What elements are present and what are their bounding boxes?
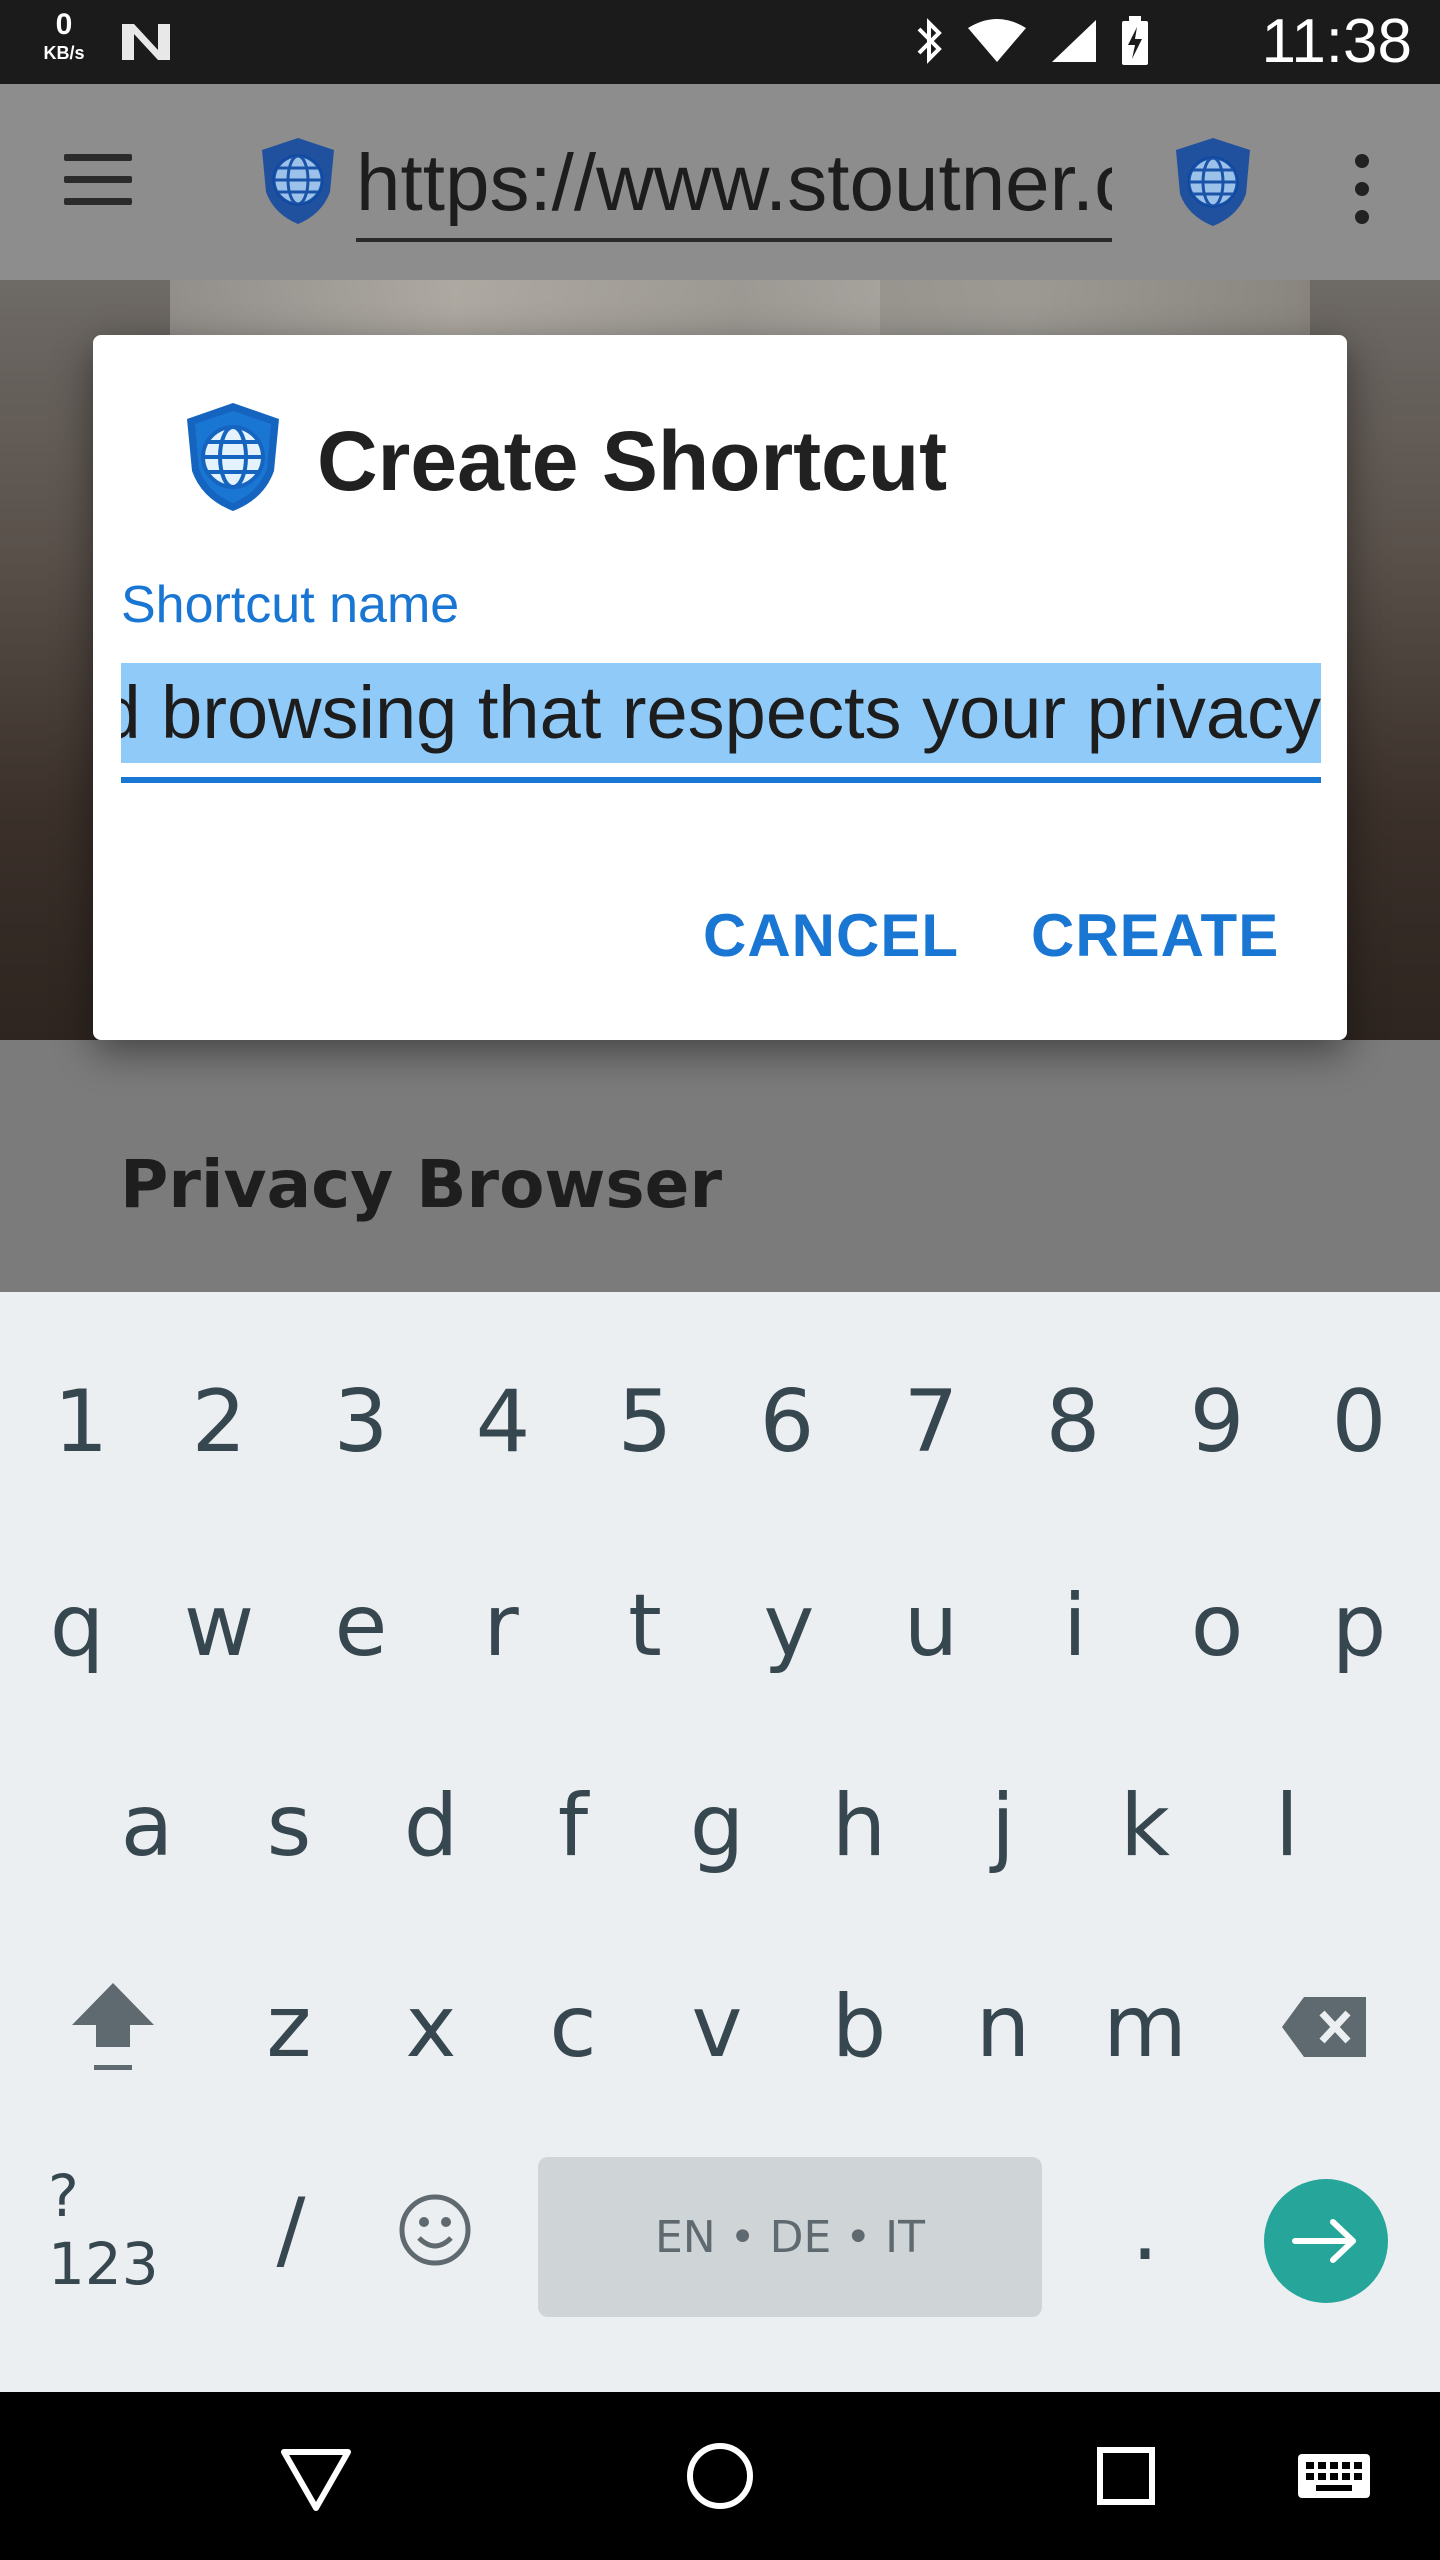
keyboard-number-row: 1 2 3 4 5 6 7 8 9 0: [0, 1332, 1440, 1512]
browser-toolbar: https://www.stoutner.com: [0, 84, 1440, 280]
network-speed-unit: KB/s: [43, 43, 85, 63]
symbols-key[interactable]: ?123: [48, 2140, 178, 2320]
create-button[interactable]: CREATE: [1031, 901, 1279, 971]
page-heading: Privacy Browser: [120, 1146, 722, 1223]
back-icon[interactable]: [276, 2436, 356, 2516]
status-bar: 0 KB/s 11:38: [0, 0, 1440, 84]
home-icon[interactable]: [680, 2436, 760, 2516]
key-b[interactable]: b: [794, 1937, 924, 2117]
key-c[interactable]: c: [508, 1937, 638, 2117]
wifi-icon: [966, 18, 1028, 69]
domain-settings-shield-icon[interactable]: [1174, 136, 1252, 228]
overflow-menu-icon[interactable]: [1352, 154, 1372, 224]
url-bar[interactable]: https://www.stoutner.com: [356, 140, 1112, 226]
key-j[interactable]: j: [938, 1736, 1068, 1916]
key-o[interactable]: o: [1152, 1536, 1282, 1716]
shortcut-name-underline: [121, 777, 1321, 783]
key-u[interactable]: u: [866, 1536, 996, 1716]
key-y[interactable]: y: [724, 1536, 854, 1716]
keyboard-row-2: a s d f g h j k l: [0, 1736, 1440, 1916]
key-s[interactable]: s: [224, 1736, 354, 1916]
favicon-shield-icon: [185, 401, 281, 513]
key-k[interactable]: k: [1080, 1736, 1210, 1916]
key-g[interactable]: g: [652, 1736, 782, 1916]
network-speed-value: 0: [55, 8, 73, 41]
backspace-icon[interactable]: [1260, 1937, 1390, 2117]
clock: 11:38: [1261, 7, 1412, 76]
status-icons: [914, 15, 1150, 70]
space-bar[interactable]: EN • DE • IT: [538, 2157, 1042, 2317]
period-key[interactable]: .: [1080, 2140, 1210, 2320]
key-e[interactable]: e: [296, 1536, 426, 1716]
bluetooth-icon: [914, 17, 944, 70]
key-d[interactable]: d: [366, 1736, 496, 1916]
key-3[interactable]: 3: [296, 1332, 426, 1512]
key-2[interactable]: 2: [154, 1332, 284, 1512]
key-m[interactable]: m: [1080, 1937, 1210, 2117]
key-6[interactable]: 6: [722, 1332, 852, 1512]
signal-icon: [1050, 18, 1098, 69]
key-x[interactable]: x: [366, 1937, 496, 2117]
keyboard-switch-icon[interactable]: [1294, 2436, 1374, 2516]
network-speed: 0 KB/s: [36, 8, 92, 63]
dialog-title: Create Shortcut: [317, 414, 948, 508]
system-navigation-bar: [0, 2392, 1440, 2560]
key-w[interactable]: w: [154, 1536, 284, 1716]
keyboard-row-3: z x c v b n m: [0, 1937, 1440, 2117]
key-r[interactable]: r: [436, 1536, 566, 1716]
key-t[interactable]: t: [580, 1536, 710, 1716]
key-n[interactable]: n: [938, 1937, 1068, 2117]
recents-icon[interactable]: [1086, 2436, 1166, 2516]
key-8[interactable]: 8: [1008, 1332, 1138, 1512]
key-v[interactable]: v: [652, 1937, 782, 2117]
key-f[interactable]: f: [508, 1736, 638, 1916]
key-z[interactable]: z: [224, 1937, 354, 2117]
key-7[interactable]: 7: [866, 1332, 996, 1512]
emoji-icon[interactable]: [370, 2140, 500, 2320]
key-5[interactable]: 5: [580, 1332, 710, 1512]
key-1[interactable]: 1: [16, 1332, 146, 1512]
keyboard-row-1: q w e r t y u i o p: [0, 1536, 1440, 1716]
soft-keyboard: 1 2 3 4 5 6 7 8 9 0 q w e r t y u i o p …: [0, 1292, 1440, 2392]
hamburger-menu-icon[interactable]: [64, 154, 132, 206]
shift-icon[interactable]: [48, 1937, 178, 2117]
enter-arrow-icon[interactable]: [1264, 2179, 1388, 2303]
slash-key[interactable]: /: [226, 2140, 356, 2320]
battery-charging-icon: [1120, 15, 1150, 72]
key-l[interactable]: l: [1222, 1736, 1352, 1916]
key-q[interactable]: q: [12, 1536, 142, 1716]
url-bar-underline: [356, 238, 1112, 242]
notification-n-icon: [118, 20, 174, 64]
privacy-shield-icon[interactable]: [260, 136, 336, 226]
shortcut-name-label: Shortcut name: [121, 576, 460, 634]
key-i[interactable]: i: [1010, 1536, 1140, 1716]
key-4[interactable]: 4: [438, 1332, 568, 1512]
key-p[interactable]: p: [1294, 1536, 1424, 1716]
key-a[interactable]: a: [82, 1736, 212, 1916]
shortcut-name-input[interactable]: Android browsing that respects your priv…: [121, 663, 1321, 763]
key-0[interactable]: 0: [1294, 1332, 1424, 1512]
shortcut-name-value: Android browsing that respects your priv…: [121, 671, 1321, 754]
key-h[interactable]: h: [794, 1736, 924, 1916]
create-shortcut-dialog: Create Shortcut Shortcut name Android br…: [93, 335, 1347, 1040]
key-9[interactable]: 9: [1152, 1332, 1282, 1512]
cancel-button[interactable]: CANCEL: [703, 901, 959, 971]
